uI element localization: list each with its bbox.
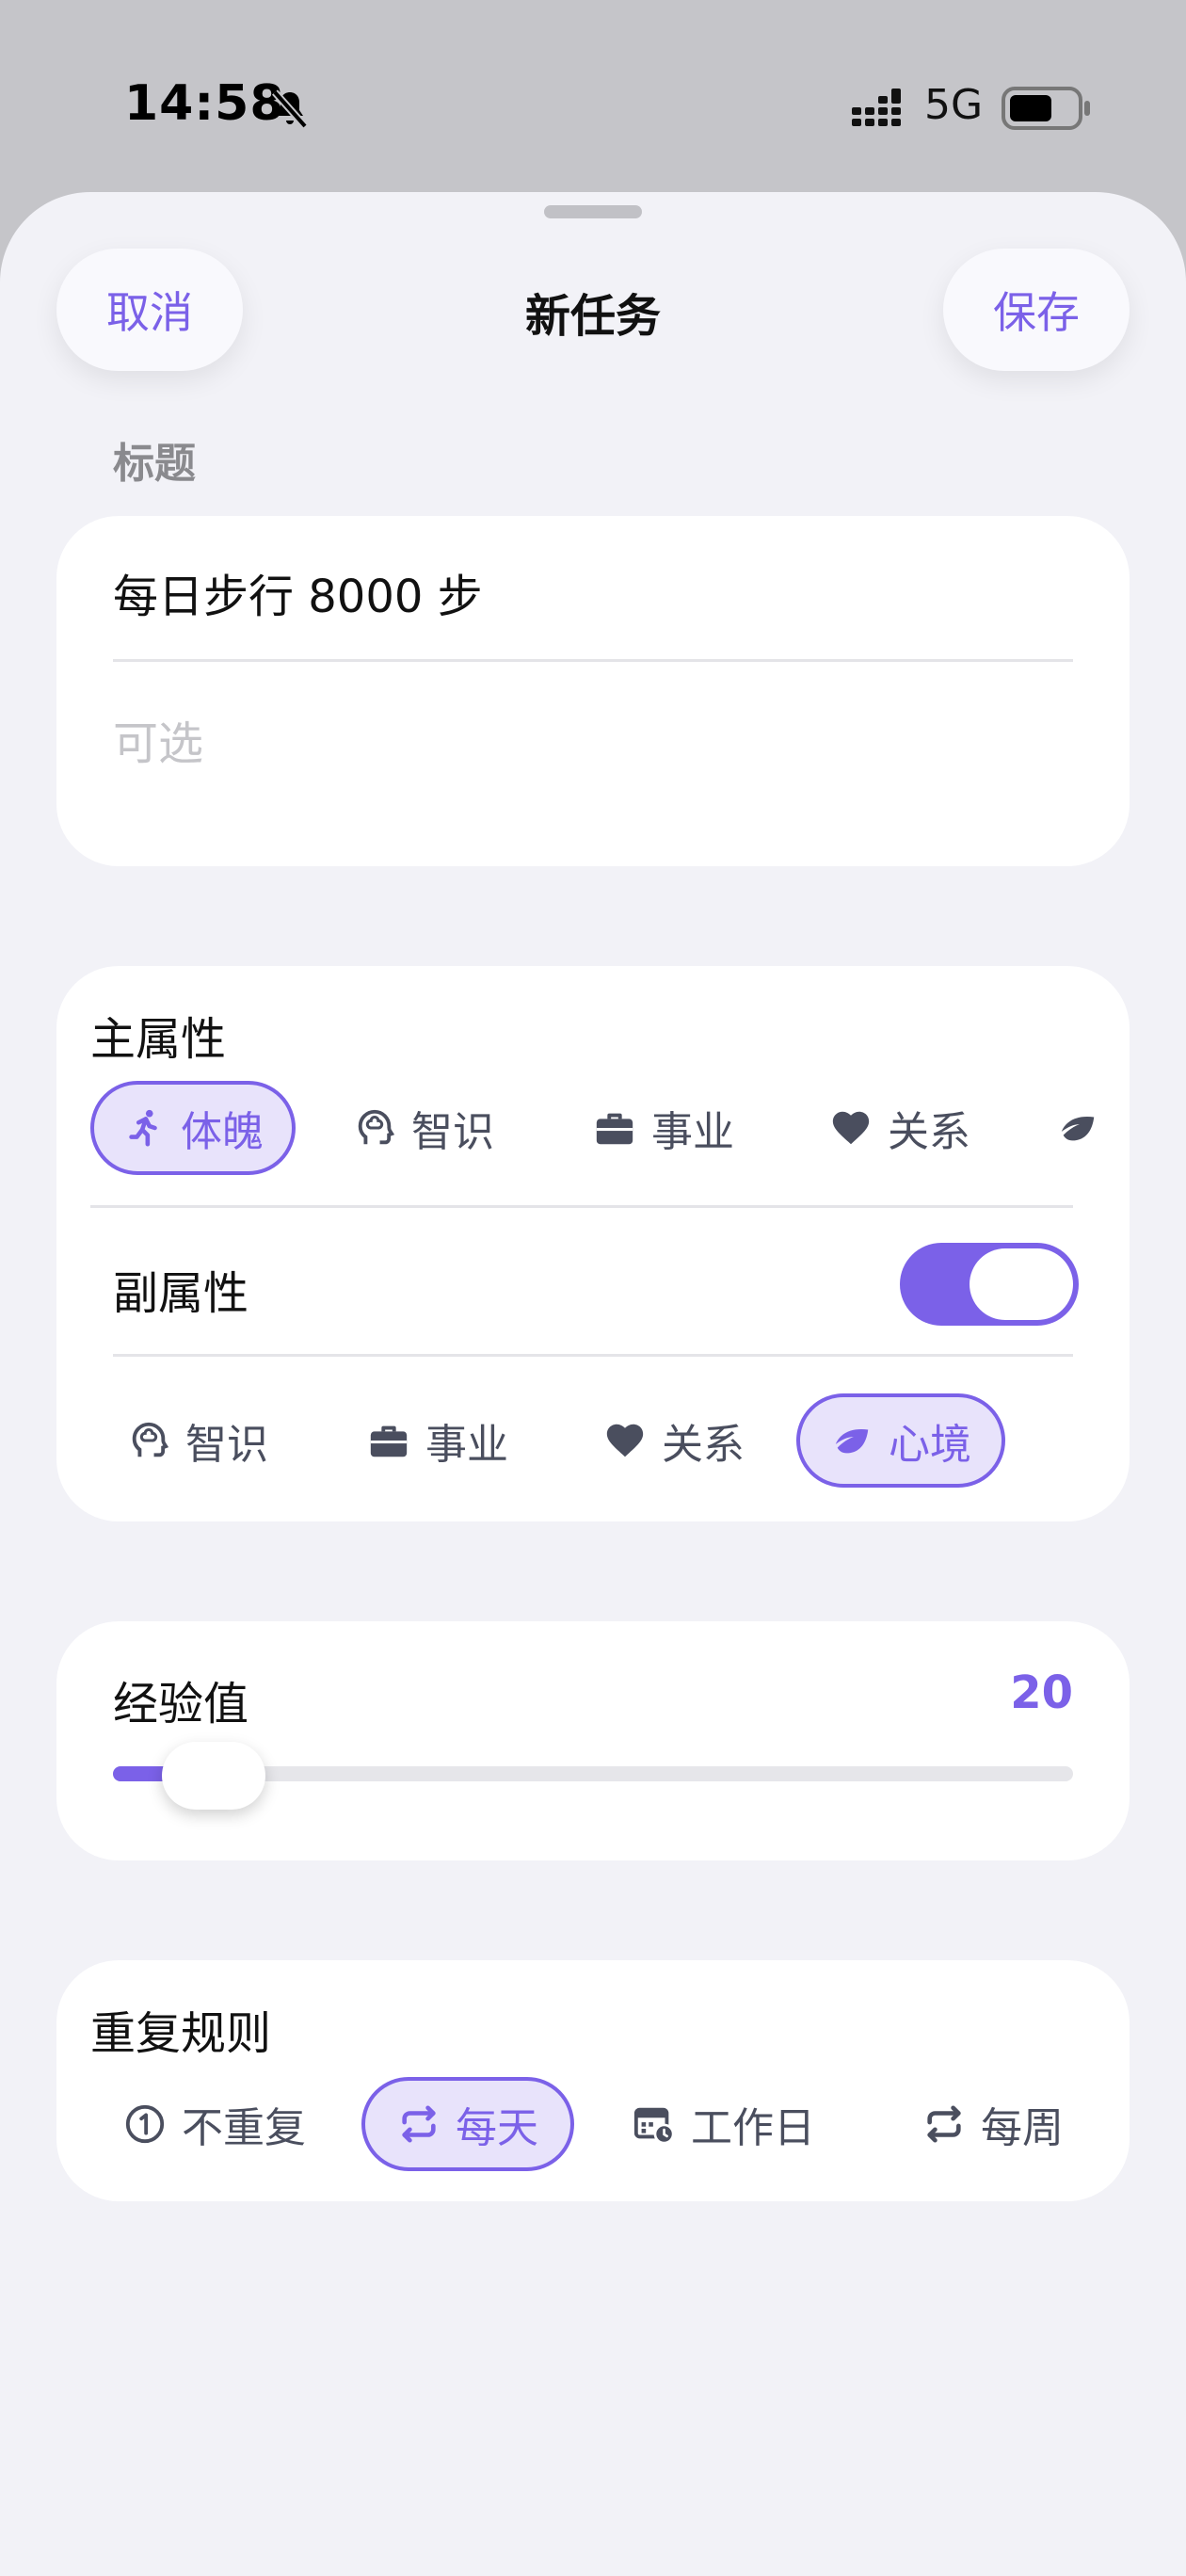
attribute-divider xyxy=(90,1205,1073,1208)
cancel-button[interactable]: 取消 xyxy=(56,249,243,371)
secondary-option-career[interactable]: 事业 xyxy=(348,1393,527,1488)
brain-head-icon xyxy=(358,1109,395,1145)
option-label: 心境 xyxy=(889,1421,971,1469)
repeat-rule-heading: 重复规则 xyxy=(90,2007,272,2060)
secondary-option-mood[interactable]: 心境 xyxy=(796,1393,1005,1488)
primary-option-career[interactable]: 事业 xyxy=(574,1081,753,1175)
secondary-divider xyxy=(113,1354,1073,1357)
option-label: 智识 xyxy=(185,1421,268,1469)
sheet-title: 新任务 xyxy=(524,290,661,343)
option-label: 工作日 xyxy=(691,2104,815,2152)
running-icon xyxy=(129,1109,157,1147)
option-label: 事业 xyxy=(425,1421,508,1469)
repeat-option-weekdays[interactable]: 工作日 xyxy=(625,2077,823,2171)
repeat-option-none[interactable]: 不重复 xyxy=(109,2077,320,2171)
sheet-grabber[interactable] xyxy=(544,205,642,218)
calendar-clock-icon xyxy=(633,2107,675,2145)
option-label: 关系 xyxy=(662,1421,745,1469)
option-label: 不重复 xyxy=(182,2104,306,2152)
experience-card xyxy=(56,1621,1130,1860)
briefcase-icon xyxy=(596,1113,633,1145)
network-type: 5G xyxy=(924,81,984,129)
briefcase-icon xyxy=(370,1425,408,1457)
experience-slider-thumb[interactable] xyxy=(162,1742,266,1810)
battery-icon xyxy=(1002,87,1090,130)
title-divider xyxy=(113,659,1073,662)
brain-head-icon xyxy=(132,1422,169,1457)
heart-icon xyxy=(606,1424,644,1457)
experience-heading: 经验值 xyxy=(113,1678,249,1731)
leaf-icon xyxy=(1061,1117,1095,1141)
title-input[interactable]: 每日步行 8000 步 xyxy=(113,559,483,625)
primary-option-intellect[interactable]: 智识 xyxy=(339,1081,508,1175)
leaf-icon xyxy=(835,1429,869,1454)
primary-attribute-heading: 主属性 xyxy=(90,1013,227,1066)
toggle-knob xyxy=(970,1248,1073,1320)
primary-option-relationship[interactable]: 关系 xyxy=(815,1081,985,1175)
primary-option-physique[interactable]: 体魄 xyxy=(90,1081,296,1175)
repeat-icon xyxy=(927,2105,961,2143)
option-label: 智识 xyxy=(411,1108,494,1156)
option-label: 体魄 xyxy=(181,1108,264,1156)
option-label: 每天 xyxy=(456,2104,538,2152)
option-label: 事业 xyxy=(651,1108,734,1156)
one-circle-icon xyxy=(125,2104,165,2144)
secondary-option-relationship[interactable]: 关系 xyxy=(589,1393,759,1488)
repeat-option-weekly[interactable]: 每周 xyxy=(894,2077,1092,2171)
secondary-attribute-toggle[interactable] xyxy=(900,1243,1079,1326)
title-section-label: 标题 xyxy=(113,440,196,488)
primary-option-mood[interactable] xyxy=(1052,1081,1096,1175)
option-label: 关系 xyxy=(888,1108,970,1156)
secondary-attribute-heading: 副属性 xyxy=(113,1267,249,1320)
experience-value: 20 xyxy=(1010,1666,1073,1719)
option-label: 每周 xyxy=(981,2104,1064,2152)
heart-icon xyxy=(832,1111,870,1145)
notes-input[interactable]: 可选 xyxy=(113,706,203,772)
repeat-option-daily[interactable]: 每天 xyxy=(361,2077,574,2171)
status-time: 14:58 xyxy=(124,75,285,132)
secondary-option-intellect[interactable]: 智识 xyxy=(113,1393,282,1488)
save-button[interactable]: 保存 xyxy=(943,249,1130,371)
repeat-icon xyxy=(402,2105,436,2143)
bell-slash-icon xyxy=(272,89,308,129)
